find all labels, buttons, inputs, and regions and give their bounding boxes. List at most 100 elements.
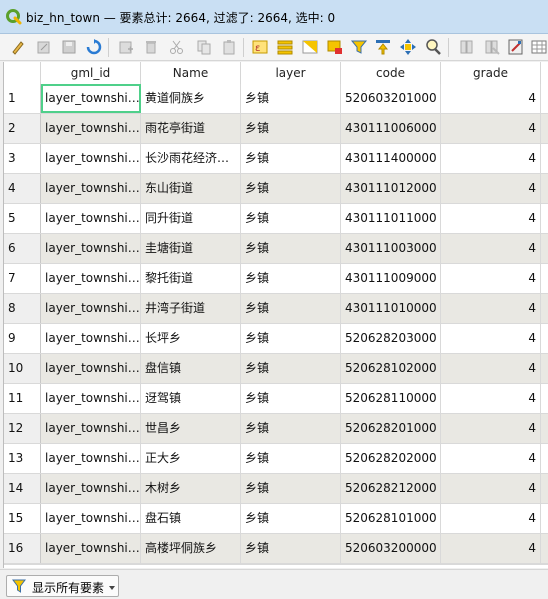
cell-gml-id[interactable]: layer_townshi… bbox=[41, 324, 141, 353]
paste-icon[interactable] bbox=[220, 38, 238, 56]
table-row[interactable]: 7 layer_townshi… 黎托街道 乡镇 430111009000 4 bbox=[4, 264, 548, 294]
cell-code[interactable]: 520603200000 bbox=[341, 534, 441, 563]
select-by-expression-icon[interactable]: ε bbox=[251, 38, 269, 56]
column-header-code[interactable]: code bbox=[341, 62, 441, 84]
cell-gml-id[interactable]: layer_townshi… bbox=[41, 204, 141, 233]
row-number[interactable]: 8 bbox=[4, 294, 41, 323]
column-header-layer[interactable]: layer bbox=[241, 62, 341, 84]
table-row[interactable]: 16 layer_townshi… 高楼坪侗族乡 乡镇 520603200000 4 bbox=[4, 534, 548, 564]
table-row[interactable]: 9 layer_townshi… 长坪乡 乡镇 520628203000 4 bbox=[4, 324, 548, 354]
table-row[interactable]: 8 layer_townshi… 井湾子街道 乡镇 430111010000 4 bbox=[4, 294, 548, 324]
row-number[interactable]: 10 bbox=[4, 354, 41, 383]
table-row[interactable]: 1 layer_townshi… 黄道侗族乡 乡镇 520603201000 4 bbox=[4, 84, 548, 114]
cell-layer[interactable]: 乡镇 bbox=[241, 444, 341, 473]
cell-code[interactable]: 520628201000 bbox=[341, 414, 441, 443]
row-number[interactable]: 16 bbox=[4, 534, 41, 563]
attribute-table[interactable]: gml_id Name layer code grade 1 layer_town… bbox=[3, 62, 548, 568]
cell-name[interactable]: 雨花亭街道 bbox=[141, 114, 241, 143]
cell-name[interactable]: 迓驾镇 bbox=[141, 384, 241, 413]
cell-code[interactable]: 430111010000 bbox=[341, 294, 441, 323]
cell-grade[interactable]: 4 bbox=[441, 384, 541, 413]
table-row[interactable]: 3 layer_townshi… 长沙雨花经济… 乡镇 430111400000 4 bbox=[4, 144, 548, 174]
cell-gml-id[interactable]: layer_townshi… bbox=[41, 144, 141, 173]
table-row[interactable]: 12 layer_townshi… 世昌乡 乡镇 520628201000 4 bbox=[4, 414, 548, 444]
cell-name[interactable]: 长沙雨花经济… bbox=[141, 144, 241, 173]
cell-name[interactable]: 木树乡 bbox=[141, 474, 241, 503]
column-header-gml-id[interactable]: gml_id bbox=[41, 62, 141, 84]
cell-layer[interactable]: 乡镇 bbox=[241, 294, 341, 323]
table-row[interactable]: 15 layer_townshi… 盘石镇 乡镇 520628101000 4 bbox=[4, 504, 548, 534]
cell-name[interactable]: 同升街道 bbox=[141, 204, 241, 233]
row-number-header[interactable] bbox=[4, 62, 41, 84]
table-row[interactable]: 13 layer_townshi… 正大乡 乡镇 520628202000 4 bbox=[4, 444, 548, 474]
cell-gml-id[interactable]: layer_townshi… bbox=[41, 234, 141, 263]
cell-layer[interactable]: 乡镇 bbox=[241, 234, 341, 263]
cell-code[interactable]: 520628110000 bbox=[341, 384, 441, 413]
pan-to-selected-icon[interactable] bbox=[399, 38, 417, 56]
move-selection-to-top-icon[interactable] bbox=[374, 38, 392, 56]
select-all-icon[interactable] bbox=[276, 38, 294, 56]
table-row[interactable]: 2 layer_townshi… 雨花亭街道 乡镇 430111006000 4 bbox=[4, 114, 548, 144]
cell-layer[interactable]: 乡镇 bbox=[241, 534, 341, 563]
cell-layer[interactable]: 乡镇 bbox=[241, 204, 341, 233]
cell-gml-id[interactable]: layer_townshi… bbox=[41, 114, 141, 143]
cell-gml-id[interactable]: layer_townshi… bbox=[41, 444, 141, 473]
cell-layer[interactable]: 乡镇 bbox=[241, 84, 341, 113]
copy-icon[interactable] bbox=[195, 38, 213, 56]
row-number[interactable]: 15 bbox=[4, 504, 41, 533]
cell-code[interactable]: 430111003000 bbox=[341, 234, 441, 263]
cell-layer[interactable]: 乡镇 bbox=[241, 114, 341, 143]
row-number[interactable]: 13 bbox=[4, 444, 41, 473]
new-field-icon[interactable] bbox=[458, 38, 476, 56]
row-number[interactable]: 6 bbox=[4, 234, 41, 263]
reload-table-icon[interactable] bbox=[85, 38, 103, 56]
cell-grade[interactable]: 4 bbox=[441, 444, 541, 473]
cell-name[interactable]: 井湾子街道 bbox=[141, 294, 241, 323]
field-calculator-icon[interactable] bbox=[507, 38, 525, 56]
cell-layer[interactable]: 乡镇 bbox=[241, 174, 341, 203]
cell-name[interactable]: 东山街道 bbox=[141, 174, 241, 203]
cell-code[interactable]: 520628202000 bbox=[341, 444, 441, 473]
cell-name[interactable]: 世昌乡 bbox=[141, 414, 241, 443]
cell-layer[interactable]: 乡镇 bbox=[241, 414, 341, 443]
cell-gml-id[interactable]: layer_townshi… bbox=[41, 354, 141, 383]
cell-gml-id[interactable]: layer_townshi… bbox=[41, 384, 141, 413]
delete-selected-icon[interactable] bbox=[142, 38, 160, 56]
cell-grade[interactable]: 4 bbox=[441, 474, 541, 503]
table-row[interactable]: 4 layer_townshi… 东山街道 乡镇 430111012000 4 bbox=[4, 174, 548, 204]
cell-layer[interactable]: 乡镇 bbox=[241, 144, 341, 173]
cell-grade[interactable]: 4 bbox=[441, 144, 541, 173]
table-row[interactable]: 14 layer_townshi… 木树乡 乡镇 520628212000 4 bbox=[4, 474, 548, 504]
row-number[interactable]: 1 bbox=[4, 84, 41, 113]
cell-grade[interactable]: 4 bbox=[441, 294, 541, 323]
cell-gml-id[interactable]: layer_townshi… bbox=[41, 414, 141, 443]
cell-code[interactable]: 430111009000 bbox=[341, 264, 441, 293]
cell-gml-id[interactable]: layer_townshi… bbox=[41, 294, 141, 323]
cell-gml-id[interactable]: layer_townshi… bbox=[41, 504, 141, 533]
cell-gml-id[interactable]: layer_townshi… bbox=[41, 84, 141, 113]
row-number[interactable]: 5 bbox=[4, 204, 41, 233]
row-number[interactable]: 14 bbox=[4, 474, 41, 503]
cell-code[interactable]: 520628101000 bbox=[341, 504, 441, 533]
row-number[interactable]: 2 bbox=[4, 114, 41, 143]
cell-name[interactable]: 高楼坪侗族乡 bbox=[141, 534, 241, 563]
cell-grade[interactable]: 4 bbox=[441, 504, 541, 533]
row-number[interactable]: 4 bbox=[4, 174, 41, 203]
row-number[interactable]: 11 bbox=[4, 384, 41, 413]
cell-code[interactable]: 520628203000 bbox=[341, 324, 441, 353]
cell-name[interactable]: 长坪乡 bbox=[141, 324, 241, 353]
cell-gml-id[interactable]: layer_townshi… bbox=[41, 174, 141, 203]
cell-code[interactable]: 520628102000 bbox=[341, 354, 441, 383]
cell-code[interactable]: 520603201000 bbox=[341, 84, 441, 113]
conditional-formatting-icon[interactable] bbox=[531, 38, 548, 56]
cell-layer[interactable]: 乡镇 bbox=[241, 474, 341, 503]
cell-grade[interactable]: 4 bbox=[441, 324, 541, 353]
column-header-grade[interactable]: grade bbox=[441, 62, 541, 84]
save-edits-icon[interactable] bbox=[60, 38, 78, 56]
column-header-name[interactable]: Name bbox=[141, 62, 241, 84]
toggle-multi-edit-icon[interactable] bbox=[35, 38, 53, 56]
cell-code[interactable]: 430111011000 bbox=[341, 204, 441, 233]
cut-icon[interactable] bbox=[168, 38, 186, 56]
add-feature-icon[interactable] bbox=[117, 38, 135, 56]
filter-select-icon[interactable] bbox=[350, 38, 368, 56]
